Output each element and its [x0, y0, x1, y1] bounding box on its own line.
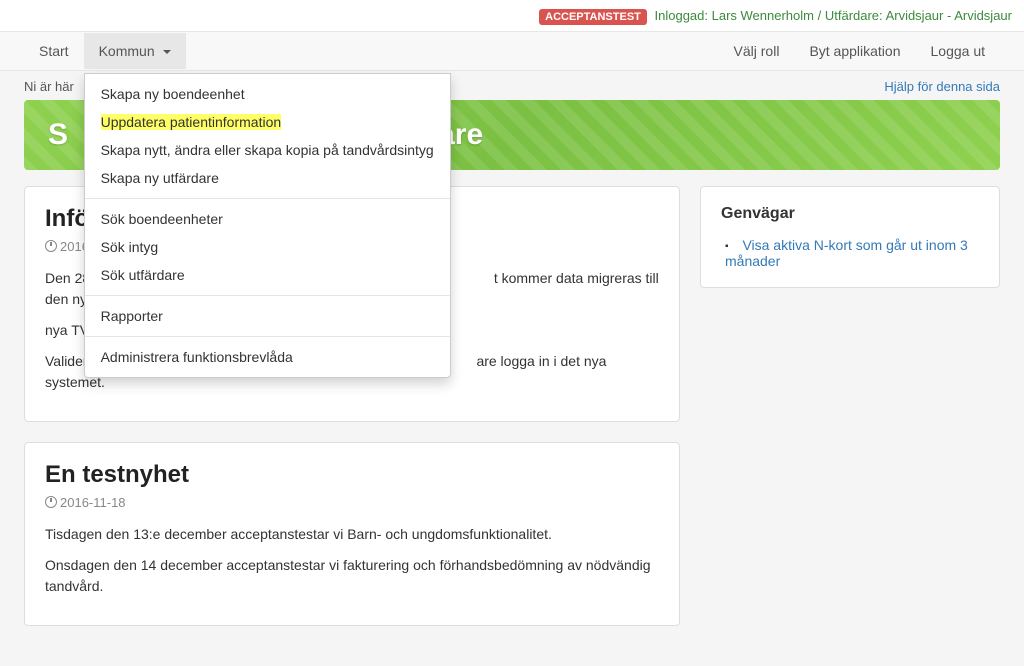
dd-sok-intyg[interactable]: Sök intyg: [85, 233, 450, 261]
navbar: Start Kommun Skapa ny boendeenhet Uppdat…: [0, 31, 1024, 71]
news-panel-2: En testnyhet 2016-11-18 Tisdagen den 13:…: [24, 442, 680, 626]
chevron-down-icon: [163, 50, 171, 54]
help-link[interactable]: Hjälp för denna sida: [884, 79, 1000, 94]
dd-admin-funktionsbrevlada[interactable]: Administrera funktionsbrevlåda: [85, 343, 450, 371]
shortcut-link-nkort[interactable]: Visa aktiva N-kort som går ut inom 3 mån…: [725, 237, 968, 269]
shortcut-item: Visa aktiva N-kort som går ut inom 3 mån…: [725, 237, 979, 269]
login-info: Inloggad: Lars Wennerholm / Utfärdare: A…: [655, 8, 1013, 23]
dropdown-divider: [85, 198, 450, 199]
dd-sok-boendeenheter[interactable]: Sök boendeenheter: [85, 205, 450, 233]
news2-para2: Onsdagen den 14 december acceptanstestar…: [45, 555, 659, 597]
news2-date: 2016-11-18: [45, 495, 659, 510]
dd-skapa-utfardare[interactable]: Skapa ny utfärdare: [85, 164, 450, 192]
nav-valj-roll[interactable]: Välj roll: [719, 33, 795, 69]
dd-rapporter[interactable]: Rapporter: [85, 302, 450, 330]
env-badge: ACCEPTANSTEST: [539, 9, 647, 25]
shortcuts-heading: Genvägar: [721, 205, 979, 223]
dd-sok-utfardare[interactable]: Sök utfärdare: [85, 261, 450, 289]
dd-uppdatera-patientinfo[interactable]: Uppdatera patientinformation: [85, 108, 450, 136]
nav-start[interactable]: Start: [24, 33, 84, 69]
dropdown-divider: [85, 336, 450, 337]
clock-icon: [45, 240, 57, 252]
nav-logga-ut[interactable]: Logga ut: [916, 33, 1001, 69]
breadcrumb: Ni är här: [24, 79, 74, 94]
topbar: ACCEPTANSTEST Inloggad: Lars Wennerholm …: [0, 0, 1024, 31]
dropdown-divider: [85, 295, 450, 296]
news2-para1: Tisdagen den 13:e december acceptanstest…: [45, 524, 659, 545]
nav-byt-applikation[interactable]: Byt applikation: [794, 33, 915, 69]
dd-skapa-tandvardsintyg[interactable]: Skapa nytt, ändra eller skapa kopia på t…: [85, 136, 450, 164]
dd-skapa-boendeenhet[interactable]: Skapa ny boendeenhet: [85, 80, 450, 108]
shortcuts-panel: Genvägar Visa aktiva N-kort som går ut i…: [700, 186, 1000, 288]
clock-icon: [45, 496, 57, 508]
nav-kommun[interactable]: Kommun Skapa ny boendeenhet Uppdatera pa…: [84, 33, 186, 69]
kommun-dropdown: Skapa ny boendeenhet Uppdatera patientin…: [84, 73, 451, 378]
news2-title: En testnyhet: [45, 461, 659, 489]
